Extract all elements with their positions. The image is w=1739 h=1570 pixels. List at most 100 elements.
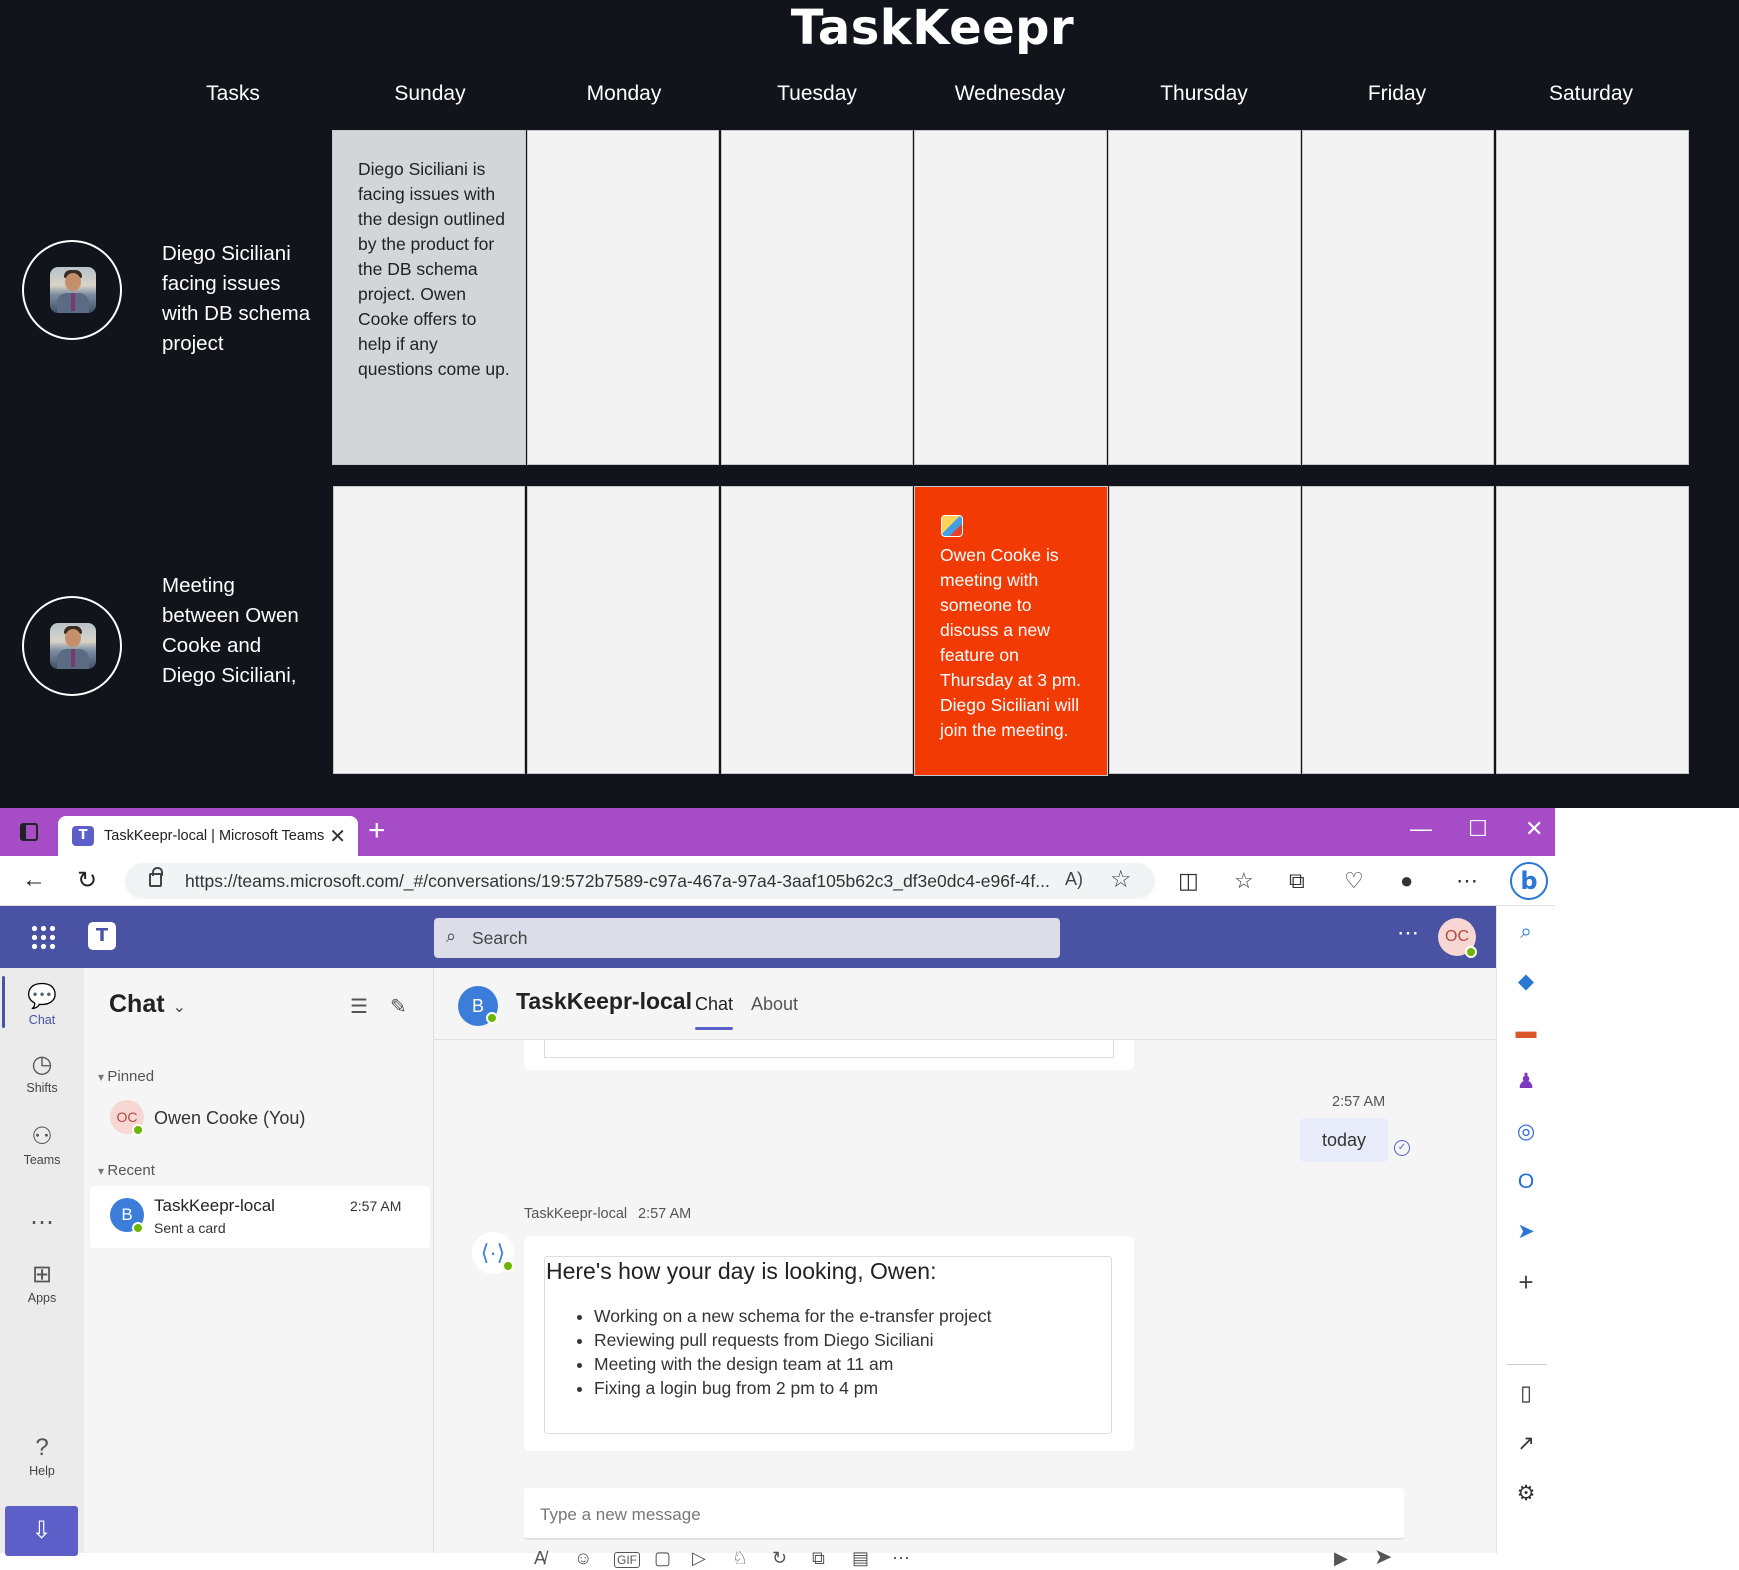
drop-send-icon[interactable]: ➤: [1514, 1220, 1538, 1244]
send-icon[interactable]: ➤: [1374, 1544, 1392, 1570]
more-options-icon[interactable]: ⋯: [1397, 920, 1419, 946]
external-link-icon[interactable]: ↗: [1514, 1432, 1538, 1456]
header-sunday: Sunday: [394, 82, 466, 105]
video-clip-icon[interactable]: ▶: [1334, 1548, 1348, 1569]
task-cell-text: Diego Siciliani is facing issues with th…: [358, 159, 510, 379]
rail-item-help[interactable]: ? Help: [0, 1434, 84, 1478]
maximize-icon[interactable]: ☐: [1468, 816, 1488, 842]
task-cell-sunday[interactable]: [333, 486, 525, 774]
rail-item-more[interactable]: ⋯: [0, 1208, 84, 1239]
teams-top-bar: T ⌕ Search ⋯ OC: [0, 906, 1496, 968]
rail-item-apps[interactable]: ⊞ Apps: [0, 1260, 84, 1305]
task-cell-wednesday[interactable]: [914, 130, 1107, 465]
close-tab-icon[interactable]: ✕: [329, 824, 346, 849]
gif-icon[interactable]: GIF: [614, 1552, 640, 1568]
task-cell-saturday[interactable]: [1496, 486, 1689, 774]
refresh-icon[interactable]: ↻: [77, 866, 97, 895]
chat-item-taskkeepr-local[interactable]: B TaskKeepr-local Sent a card 2:57 AM: [90, 1186, 430, 1248]
sidebar-settings-icon[interactable]: ⚙: [1514, 1482, 1538, 1506]
card-list-item: Meeting with the design team at 11 am: [594, 1352, 992, 1376]
task-cell-wednesday[interactable]: Owen Cooke is meeting with someone to di…: [914, 486, 1108, 776]
task-cell-tuesday[interactable]: [721, 130, 913, 465]
loop-icon[interactable]: ↻: [772, 1548, 787, 1569]
add-sidebar-item-icon[interactable]: +: [1514, 1269, 1538, 1295]
browser-window: T TaskKeepr-local | Microsoft Teams ✕ + …: [0, 808, 1555, 1569]
search-placeholder: Search: [472, 928, 528, 948]
app-title: TaskKeepr: [790, 0, 1075, 56]
schedule-meeting-icon[interactable]: ▷: [692, 1548, 706, 1569]
filter-icon[interactable]: ☰: [350, 994, 368, 1019]
tab-about[interactable]: About: [751, 994, 798, 1015]
presence-available-icon: [486, 1012, 498, 1024]
presence-available-icon: [502, 1260, 514, 1272]
card-list-item: Fixing a login bug from 2 pm to 4 pm: [594, 1376, 992, 1400]
praise-icon[interactable]: ♘: [732, 1548, 748, 1569]
rail-item-teams[interactable]: ⚇ Teams: [0, 1122, 84, 1167]
pinned-section-header[interactable]: Pinned: [98, 1068, 154, 1085]
browser-essentials-icon[interactable]: ♡: [1344, 868, 1364, 894]
hide-sidebar-icon[interactable]: ▯: [1514, 1382, 1538, 1406]
chat-list-title[interactable]: Chat ⌄: [109, 990, 186, 1019]
shopping-tag-icon[interactable]: ◆: [1514, 970, 1538, 994]
updates-icon[interactable]: ▤: [852, 1548, 869, 1569]
new-tab-button[interactable]: +: [368, 814, 386, 848]
tools-briefcase-icon[interactable]: ▬: [1514, 1020, 1538, 1044]
more-actions-icon[interactable]: ⋯: [892, 1548, 910, 1569]
download-button[interactable]: ⇩: [5, 1506, 78, 1556]
address-bar[interactable]: https://teams.microsoft.com/_#/conversat…: [125, 863, 1155, 899]
sticker-icon[interactable]: ▢: [654, 1548, 671, 1569]
shifts-icon: ◷: [31, 1051, 53, 1078]
task-cell-friday[interactable]: [1302, 486, 1494, 774]
collections-icon[interactable]: ⧉: [1289, 868, 1305, 894]
task-cell-friday[interactable]: [1302, 130, 1494, 465]
outlook-icon[interactable]: O: [1514, 1170, 1538, 1194]
emoji-icon[interactable]: ☺: [574, 1548, 592, 1569]
profile-photo: [50, 267, 96, 313]
games-icon[interactable]: ♟: [1514, 1070, 1538, 1094]
tab-chat[interactable]: Chat: [695, 994, 734, 1030]
microsoft365-icon[interactable]: ◎: [1514, 1120, 1538, 1144]
header-wednesday: Wednesday: [954, 82, 1066, 105]
seen-check-icon: ✓: [1394, 1140, 1410, 1156]
profile-icon[interactable]: ●: [1400, 868, 1413, 894]
teams-favicon-icon: T: [72, 826, 94, 846]
format-icon[interactable]: A̸: [534, 1548, 546, 1569]
teams-icon: ⚇: [31, 1123, 53, 1150]
more-icon: ⋯: [30, 1209, 54, 1236]
my-message[interactable]: today: [1300, 1118, 1388, 1162]
teams-app: T ⌕ Search ⋯ OC 💬 Chat ◷ Shifts ⚇ Teams: [0, 906, 1496, 1569]
task-cell-thursday[interactable]: [1108, 130, 1301, 465]
bing-chat-icon[interactable]: b: [1510, 862, 1548, 900]
task-cell-tuesday[interactable]: [721, 486, 913, 774]
message-compose-input[interactable]: Type a new message: [524, 1488, 1404, 1540]
rail-item-shifts[interactable]: ◷ Shifts: [0, 1050, 84, 1095]
task-cell-thursday[interactable]: [1109, 486, 1301, 774]
search-input[interactable]: ⌕ Search: [434, 918, 1060, 958]
card-list-item: Working on a new schema for the e-transf…: [594, 1304, 992, 1328]
tab-actions-icon[interactable]: [20, 823, 38, 841]
sidebar-search-icon[interactable]: ⌕: [1514, 920, 1538, 944]
task-cell-monday[interactable]: [527, 486, 719, 774]
rail-item-chat[interactable]: 💬 Chat: [0, 982, 84, 1027]
bot-message-time: 2:57 AM: [638, 1206, 692, 1222]
presence-available-icon: [132, 1222, 144, 1234]
chat-item-name: TaskKeepr-local: [154, 1196, 275, 1215]
task-cell-saturday[interactable]: [1496, 130, 1689, 465]
browser-tab[interactable]: T TaskKeepr-local | Microsoft Teams ✕: [58, 816, 358, 856]
close-window-icon[interactable]: ✕: [1525, 816, 1543, 842]
read-aloud-icon[interactable]: A): [1065, 869, 1083, 890]
split-screen-icon[interactable]: ◫: [1178, 868, 1199, 894]
favorite-star-icon[interactable]: ☆: [1110, 865, 1132, 894]
chat-item-owen-cooke[interactable]: Owen Cooke (You): [154, 1108, 305, 1129]
task-cell-sunday[interactable]: Diego Siciliani is facing issues with th…: [332, 130, 526, 465]
recent-section-header[interactable]: Recent: [98, 1162, 155, 1179]
attach-icon[interactable]: ⧉: [812, 1548, 825, 1569]
back-icon[interactable]: ←: [22, 866, 46, 894]
app-launcher-icon[interactable]: [30, 924, 56, 950]
tab-bar: T TaskKeepr-local | Microsoft Teams ✕ + …: [0, 808, 1555, 856]
minimize-icon[interactable]: —: [1410, 816, 1432, 842]
favorites-icon[interactable]: ☆: [1234, 868, 1254, 894]
task-cell-monday[interactable]: [527, 130, 719, 465]
new-chat-icon[interactable]: ✎: [390, 994, 407, 1019]
settings-more-icon[interactable]: ⋯: [1456, 868, 1478, 894]
